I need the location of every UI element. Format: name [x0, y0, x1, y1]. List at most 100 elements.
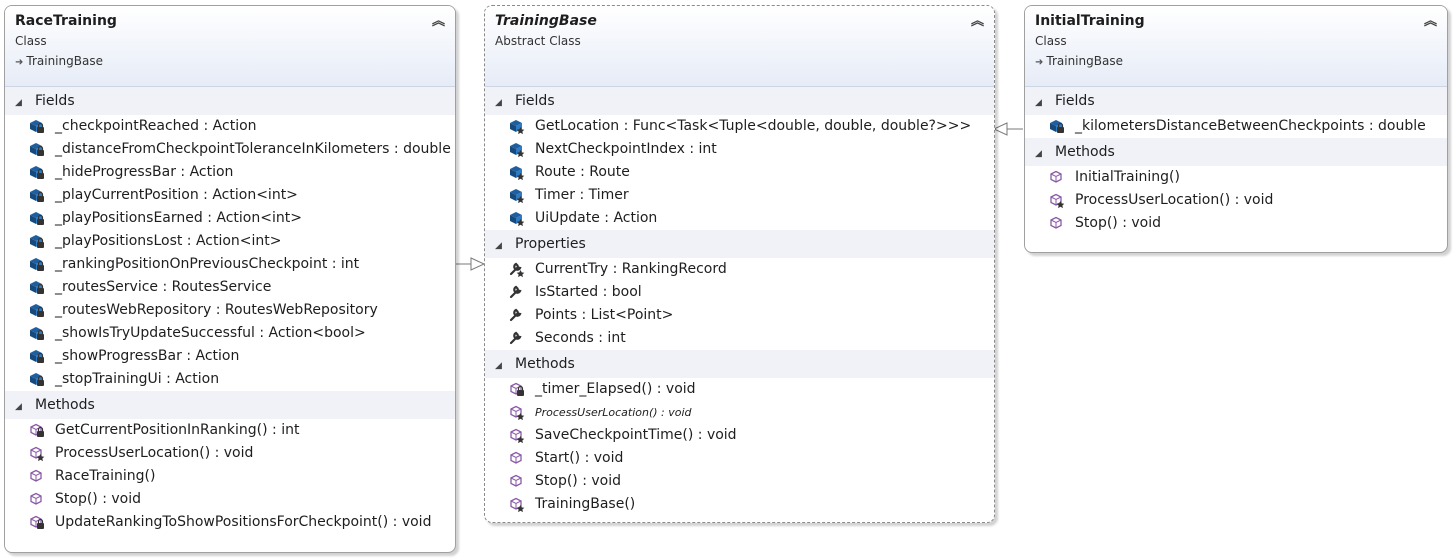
member-row[interactable]: Route : Route	[485, 161, 994, 184]
member-text: GetLocation : Func<Task<Tuple<double, do…	[535, 118, 972, 134]
private-field-icon	[29, 322, 55, 345]
member-text: IsStarted : bool	[535, 284, 642, 300]
member-text: InitialTraining()	[1075, 169, 1180, 185]
member-row[interactable]: UiUpdate : Action	[485, 207, 994, 230]
class-box-training-base[interactable]: TrainingBase Abstract Class ︽ ◢ Fields Ge…	[484, 5, 995, 523]
class-kind: Class	[15, 34, 47, 48]
member-row[interactable]: _stopTrainingUi : Action	[5, 368, 455, 391]
member-text: UiUpdate : Action	[535, 210, 658, 226]
member-row[interactable]: _kilometersDistanceBetweenCheckpoints : …	[1025, 115, 1447, 138]
member-row[interactable]: Timer : Timer	[485, 184, 994, 207]
member-row[interactable]: GetCurrentPositionInRanking() : int	[5, 419, 455, 442]
expand-triangle-icon[interactable]: ◢	[15, 89, 35, 117]
base-class-name: TrainingBase	[1046, 54, 1123, 68]
methods-list: InitialTraining() ProcessUserLocation() :…	[1025, 166, 1447, 235]
member-row[interactable]: ProcessUserLocation() : void	[5, 442, 455, 465]
fields-section-header[interactable]: ◢ Fields	[1025, 87, 1447, 115]
expand-triangle-icon[interactable]: ◢	[495, 89, 515, 117]
member-row[interactable]: IsStarted : bool	[485, 281, 994, 304]
class-box-race-training[interactable]: RaceTraining Class ➜ TrainingBase ︽ ◢ Fiel…	[4, 5, 456, 553]
class-name: InitialTraining	[1035, 13, 1145, 29]
private-field-icon	[29, 276, 55, 299]
class-name: RaceTraining	[15, 13, 117, 29]
member-text: Stop() : void	[1075, 215, 1161, 231]
member-text: Points : List<Point>	[535, 307, 674, 323]
protected-field-icon	[509, 207, 535, 230]
methods-section-header[interactable]: ◢ Methods	[5, 391, 455, 419]
member-row[interactable]: ProcessUserLocation() : void	[1025, 189, 1447, 212]
expand-triangle-icon[interactable]: ◢	[495, 352, 515, 380]
fields-section-header[interactable]: ◢ Fields	[5, 87, 455, 115]
member-text: Stop() : void	[535, 473, 621, 489]
member-row[interactable]: _showIsTryUpdateSuccessful : Action<bool…	[5, 322, 455, 345]
member-text: _checkpointReached : Action	[55, 118, 257, 134]
public-method-icon	[1049, 212, 1075, 235]
member-row[interactable]: UpdateRankingToShowPositionsForCheckpoin…	[5, 511, 455, 534]
public-method-icon	[29, 488, 55, 511]
member-row[interactable]: _playPositionsEarned : Action<int>	[5, 207, 455, 230]
member-row[interactable]: _checkpointReached : Action	[5, 115, 455, 138]
class-header[interactable]: InitialTraining Class ➜ TrainingBase ︽	[1025, 6, 1447, 87]
class-kind: Abstract Class	[495, 34, 581, 48]
member-row[interactable]: TrainingBase()	[485, 493, 994, 516]
member-text: Start() : void	[535, 450, 624, 466]
methods-section-header[interactable]: ◢ Methods	[1025, 138, 1447, 166]
expand-triangle-icon[interactable]: ◢	[495, 232, 515, 260]
private-field-icon	[29, 299, 55, 322]
collapse-chevron-icon[interactable]: ︽	[432, 10, 445, 29]
member-text: Stop() : void	[55, 491, 141, 507]
member-row[interactable]: _distanceFromCheckpointToleranceInKilome…	[5, 138, 455, 161]
fields-section-header[interactable]: ◢ Fields	[485, 87, 994, 115]
member-row[interactable]: RaceTraining()	[5, 465, 455, 488]
public-method-icon	[1049, 166, 1075, 189]
member-row[interactable]: _timer_Elapsed() : void	[485, 378, 994, 401]
member-text: ProcessUserLocation() : void	[535, 406, 692, 419]
private-field-icon	[29, 115, 55, 138]
member-row[interactable]: Stop() : void	[485, 470, 994, 493]
expand-triangle-icon[interactable]: ◢	[1035, 140, 1055, 168]
properties-list: CurrentTry : RankingRecord IsStarted : bo…	[485, 258, 994, 350]
member-row[interactable]: ProcessUserLocation() : void	[485, 401, 994, 424]
class-header[interactable]: TrainingBase Abstract Class ︽	[485, 6, 994, 87]
member-row[interactable]: SaveCheckpointTime() : void	[485, 424, 994, 447]
member-text: _timer_Elapsed() : void	[535, 381, 696, 397]
member-row[interactable]: NextCheckpointIndex : int	[485, 138, 994, 161]
member-row[interactable]: _hideProgressBar : Action	[5, 161, 455, 184]
member-text: _distanceFromCheckpointToleranceInKilome…	[55, 141, 451, 157]
member-row[interactable]: GetLocation : Func<Task<Tuple<double, do…	[485, 115, 994, 138]
member-row[interactable]: _showProgressBar : Action	[5, 345, 455, 368]
member-row[interactable]: _playCurrentPosition : Action<int>	[5, 184, 455, 207]
member-row[interactable]: Start() : void	[485, 447, 994, 470]
member-text: Timer : Timer	[535, 187, 629, 203]
member-row[interactable]: _routesService : RoutesService	[5, 276, 455, 299]
class-box-initial-training[interactable]: InitialTraining Class ➜ TrainingBase ︽ ◢ F…	[1024, 5, 1448, 253]
member-row[interactable]: _rankingPositionOnPreviousCheckpoint : i…	[5, 253, 455, 276]
member-row[interactable]: Stop() : void	[5, 488, 455, 511]
member-text: _kilometersDistanceBetweenCheckpoints : …	[1075, 118, 1426, 134]
section-label: Fields	[1055, 93, 1095, 109]
expand-triangle-icon[interactable]: ◢	[1035, 89, 1055, 117]
member-row[interactable]: InitialTraining()	[1025, 166, 1447, 189]
member-row[interactable]: _routesWebRepository : RoutesWebReposito…	[5, 299, 455, 322]
private-field-icon	[29, 161, 55, 184]
member-text: CurrentTry : RankingRecord	[535, 261, 727, 277]
fields-list: _checkpointReached : Action _distanceFrom…	[5, 115, 455, 391]
member-row[interactable]: Stop() : void	[1025, 212, 1447, 235]
collapse-chevron-icon[interactable]: ︽	[1424, 10, 1437, 29]
member-row[interactable]: Seconds : int	[485, 327, 994, 350]
section-label: Fields	[515, 93, 555, 109]
properties-section-header[interactable]: ◢ Properties	[485, 230, 994, 258]
methods-section-header[interactable]: ◢ Methods	[485, 350, 994, 378]
member-text: _playPositionsEarned : Action<int>	[55, 210, 302, 226]
member-text: _playPositionsLost : Action<int>	[55, 233, 282, 249]
collapse-chevron-icon[interactable]: ︽	[971, 10, 984, 29]
base-class-name: TrainingBase	[26, 54, 103, 68]
class-header[interactable]: RaceTraining Class ➜ TrainingBase ︽	[5, 6, 455, 87]
member-text: _showProgressBar : Action	[55, 348, 240, 364]
private-field-icon	[29, 184, 55, 207]
member-row[interactable]: Points : List<Point>	[485, 304, 994, 327]
class-kind: Class	[1035, 34, 1067, 48]
member-row[interactable]: CurrentTry : RankingRecord	[485, 258, 994, 281]
member-row[interactable]: _playPositionsLost : Action<int>	[5, 230, 455, 253]
expand-triangle-icon[interactable]: ◢	[15, 393, 35, 421]
